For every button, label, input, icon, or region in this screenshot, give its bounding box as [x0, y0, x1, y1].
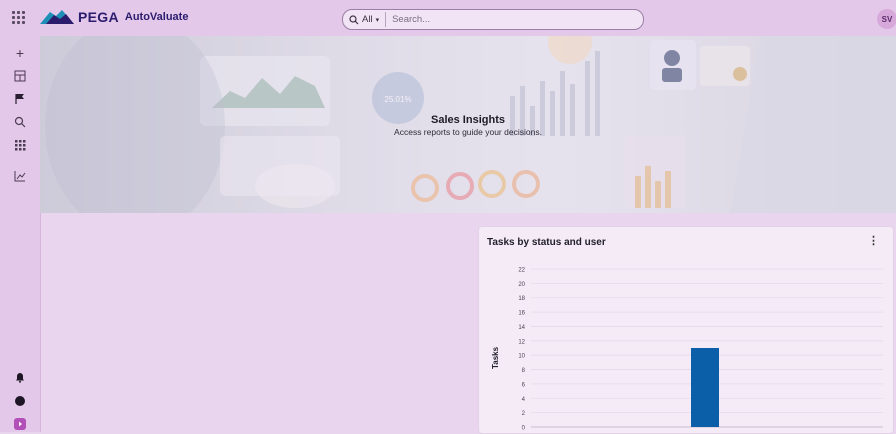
- y-tick-label: 4: [522, 397, 526, 403]
- chart-icon[interactable]: [11, 167, 29, 185]
- search-scope-dropdown[interactable]: All ▾: [343, 12, 387, 27]
- left-nav: +: [0, 36, 41, 432]
- tasks-bar-chart: 0 2 4 6 8 10 12 14 16 18 20 22 Tasks: [491, 268, 883, 432]
- hero-title: Sales Insights: [431, 114, 505, 126]
- y-tick-label: 18: [518, 296, 525, 302]
- y-tick-label: 12: [518, 339, 525, 345]
- add-icon[interactable]: +: [11, 44, 29, 62]
- notification-icon[interactable]: [11, 368, 29, 386]
- search-icon: [349, 14, 359, 24]
- y-tick-label: 6: [522, 382, 526, 388]
- app-name: AutoValuate: [124, 11, 189, 23]
- hero-banner: 25.01% Sales Insights Access reports to …: [40, 36, 896, 213]
- search-icon[interactable]: [11, 113, 29, 131]
- card-title: Tasks by status and user: [487, 237, 606, 248]
- more-vertical-icon[interactable]: ⋮: [868, 236, 879, 247]
- y-tick-label: 16: [518, 311, 525, 317]
- dashboard-icon[interactable]: [11, 67, 29, 85]
- bar[interactable]: [691, 348, 719, 427]
- apps-icon[interactable]: [11, 136, 29, 154]
- y-tick-label: 14: [518, 325, 525, 331]
- y-tick-label: 20: [518, 282, 525, 288]
- y-axis-label: Tasks: [491, 346, 500, 369]
- flag-icon[interactable]: [11, 90, 29, 108]
- app-launcher-icon[interactable]: [12, 11, 26, 25]
- user-avatar[interactable]: SV: [877, 9, 896, 29]
- y-tick-label: 2: [522, 411, 526, 417]
- tasks-chart-card: Tasks by status and user ⋮ 0 2 4 6 8 10 12 14 16…: [478, 226, 894, 434]
- search-scope-label: All: [362, 14, 373, 25]
- y-tick-label: 22: [518, 268, 525, 274]
- brand-name: PEGA: [78, 9, 119, 25]
- expand-icon[interactable]: [11, 415, 29, 433]
- y-tick-label: 10: [518, 354, 525, 360]
- top-bar: PEGA AutoValuate All ▾ Search... SV: [0, 0, 896, 37]
- pega-logo-icon: [40, 10, 74, 24]
- brand-logo[interactable]: PEGA AutoValuate: [40, 9, 188, 25]
- global-search[interactable]: All ▾ Search...: [342, 9, 644, 30]
- chevron-down-icon: ▾: [375, 16, 380, 24]
- y-tick-label: 0: [522, 426, 526, 432]
- y-tick-label: 8: [522, 368, 526, 374]
- help-icon[interactable]: [11, 392, 29, 410]
- search-input[interactable]: Search...: [386, 14, 430, 25]
- hero-subtitle: Access reports to guide your decisions.: [394, 127, 542, 137]
